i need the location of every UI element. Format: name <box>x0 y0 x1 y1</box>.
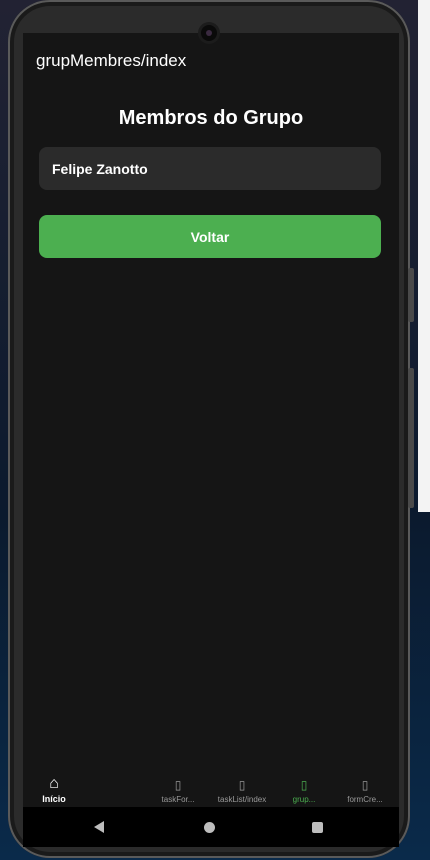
tab-label: taskFor... <box>161 795 195 804</box>
system-nav-bar <box>23 807 399 847</box>
bottom-tab-bar: ⌂ Início ▯ taskFor... ▯ taskList/index ▯… <box>23 767 399 807</box>
tab-task-list[interactable]: ▯ taskList/index <box>207 767 277 807</box>
tab-grup-membres[interactable]: ▯ grup... <box>281 767 327 807</box>
missing-glyph-icon: ▯ <box>300 778 308 792</box>
power-button <box>408 368 414 508</box>
member-list-item[interactable]: Felipe Zanotto <box>39 147 381 190</box>
tab-task-form[interactable]: ▯ taskFor... <box>153 767 203 807</box>
nav-recent-apps-icon[interactable] <box>312 822 323 833</box>
tab-label: taskList/index <box>217 795 267 804</box>
app-screen: grupMembres/index Membros do Grupo Felip… <box>23 33 399 807</box>
member-name: Felipe Zanotto <box>52 160 148 177</box>
nav-back-icon[interactable] <box>94 821 104 833</box>
home-icon: ⌂ <box>49 775 59 792</box>
front-camera <box>201 25 217 41</box>
tab-label: grup... <box>292 795 316 804</box>
volume-button <box>408 268 414 322</box>
tab-form-create[interactable]: ▯ formCre... <box>339 767 391 807</box>
page-title: Membros do Grupo <box>118 107 304 129</box>
tab-label: formCre... <box>347 795 383 804</box>
header-title: grupMembres/index <box>36 51 187 70</box>
missing-glyph-icon: ▯ <box>361 778 369 792</box>
missing-glyph-icon: ▯ <box>174 778 182 792</box>
tab-label: Início <box>42 794 66 804</box>
nav-home-icon[interactable] <box>204 822 215 833</box>
tab-inicio[interactable]: ⌂ Início <box>33 767 75 807</box>
back-button[interactable]: Voltar <box>39 215 381 258</box>
background-window-edge <box>418 0 430 512</box>
missing-glyph-icon: ▯ <box>238 778 246 792</box>
